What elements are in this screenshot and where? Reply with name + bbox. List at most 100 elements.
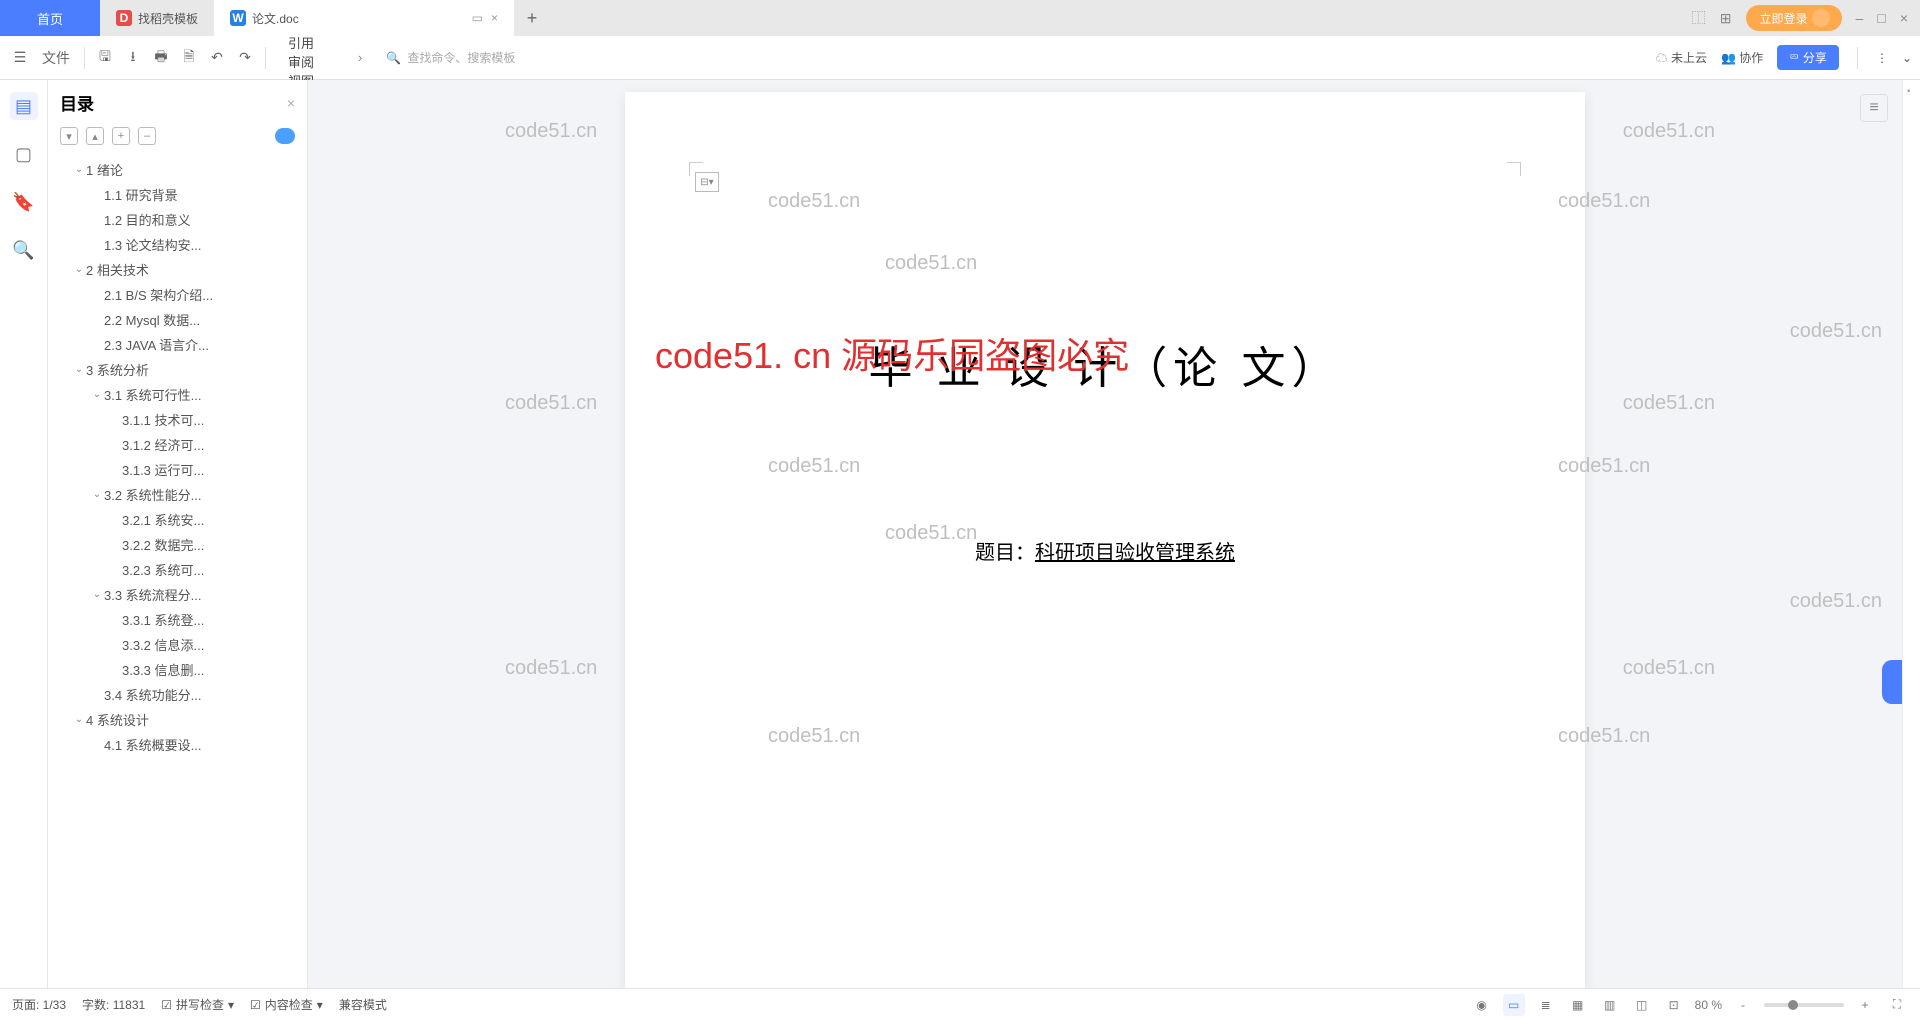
web-view-icon[interactable]: ▦ [1567,994,1589,1016]
view-extra-icon[interactable]: ◫ [1631,994,1653,1016]
hamburger-icon[interactable]: ☰ [8,46,32,70]
app-grid-icon[interactable]: ⊞ [1720,10,1732,27]
file-menu[interactable]: 文件 [36,46,76,70]
outline-item-label: 3 系统分析 [86,360,149,379]
tab-home[interactable]: 首页 [0,0,100,36]
window-minimize-icon[interactable]: – [1856,10,1864,26]
content-check[interactable]: ☑ 内容检查 ▾ [250,996,323,1013]
share-button[interactable]: ⮹ 分享 [1777,45,1839,70]
outline-item[interactable]: 3.1.2 经济可... [48,432,307,457]
word-count[interactable]: 字数: 11831 [82,996,145,1013]
chevron-down-icon[interactable]: ⌄ [72,364,86,375]
zoom-in-icon[interactable]: + [1854,994,1876,1016]
ribbon-menu-4[interactable]: 审阅 [274,52,354,71]
outline-add[interactable]: + [112,127,130,145]
eye-icon[interactable]: ◉ [1471,994,1493,1016]
outline-item[interactable]: 3.1.1 技术可... [48,407,307,432]
split-screen-icon[interactable]: ⿰ [1692,8,1706,28]
spell-check[interactable]: ☑ 拼写检查 ▾ [161,996,234,1013]
outline-item[interactable]: ⌄4 系统设计 [48,707,307,732]
header-marker-icon[interactable]: ⊟▾ [695,172,719,192]
outline-item[interactable]: 3.3.1 系统登... [48,607,307,632]
search-box[interactable]: 🔍 查找命令、搜索模板 [386,49,586,66]
chevron-down-icon[interactable]: ⌄ [72,264,86,275]
outline-sync-icon[interactable] [275,128,295,144]
zoom-fit-icon[interactable]: ⊡ [1663,994,1685,1016]
outline-item[interactable]: ⌄1 绪论 [48,157,307,182]
tab-window-icon[interactable]: ▭ [472,11,483,25]
outline-item[interactable]: 1.3 论文结构安... [48,232,307,257]
outline-item-label: 4 系统设计 [86,710,149,729]
outline-item[interactable]: ⌄3 系统分析 [48,357,307,382]
zoom-value[interactable]: 80 % [1695,998,1722,1012]
export-icon[interactable]: ⭳ [121,46,145,70]
outline-item[interactable]: 3.4 系统功能分... [48,682,307,707]
outline-item[interactable]: 1.1 研究背景 [48,182,307,207]
outline-item[interactable]: 3.3.2 信息添... [48,632,307,657]
tab-label: 找稻壳模板 [138,10,198,27]
outline-item[interactable]: 3.2.3 系统可... [48,557,307,582]
scroll-top-icon[interactable]: ▪ [1907,86,1911,97]
vertical-scrollbar[interactable]: ▪ [1902,80,1920,988]
ribbon-collapse-icon[interactable]: ⌄ [1902,51,1912,65]
watermark: code51.cn [505,657,597,680]
zoom-out-icon[interactable]: - [1732,994,1754,1016]
bookmark-rail-icon[interactable]: ▢ [10,140,38,168]
login-button[interactable]: 立即登录 [1746,5,1842,31]
fullscreen-icon[interactable]: ⛶ [1886,994,1908,1016]
outline-item[interactable]: 3.3.3 信息删... [48,657,307,682]
tab-close-icon[interactable]: × [491,11,498,25]
outline-icon[interactable]: ▤ [10,92,38,120]
outline-item[interactable]: ⌄3.3 系统流程分... [48,582,307,607]
window-maximize-icon[interactable]: □ [1877,10,1885,26]
watermark: code51.cn [1623,120,1715,143]
outline-remove[interactable]: – [138,127,156,145]
document-canvas[interactable]: ≡ ⊟▾ 毕 业 设 计（论 文） 题目：科研项目验收管理系统 code51.c… [308,80,1902,988]
page-indicator[interactable]: 页面: 1/33 [12,996,66,1013]
outline-view-icon[interactable]: ≣ [1535,994,1557,1016]
outline-item[interactable]: ⌄2 相关技术 [48,257,307,282]
outline-close-icon[interactable]: × [287,95,295,111]
outline-title: 目录 [60,90,279,115]
chevron-down-icon[interactable]: ⌄ [90,389,104,400]
outline-item[interactable]: 3.2.2 数据完... [48,532,307,557]
window-close-icon[interactable]: × [1900,10,1908,26]
outline-item[interactable]: 2.3 JAVA 语言介... [48,332,307,357]
ribbon-options-icon[interactable]: ⋮ [1876,51,1888,65]
save-icon[interactable]: 🖫 [93,46,117,70]
print-icon[interactable]: 🖶 [149,46,173,70]
page-options-icon[interactable]: ≡ [1860,94,1888,122]
chevron-down-icon[interactable]: ⌄ [72,164,86,175]
side-fab[interactable] [1882,660,1902,704]
outline-item[interactable]: ⌄3.1 系统可行性... [48,382,307,407]
outline-collapse-all[interactable]: ▴ [86,127,104,145]
outline-item[interactable]: 3.2.1 系统安... [48,507,307,532]
find-icon[interactable]: 🔍 [10,236,38,264]
bookmark-icon[interactable]: 🔖 [10,188,38,216]
chevron-down-icon[interactable]: ⌄ [72,714,86,725]
undo-icon[interactable]: ↶ [205,46,229,70]
outline-item[interactable]: ⌄3.2 系统性能分... [48,482,307,507]
outline-item[interactable]: 1.2 目的和意义 [48,207,307,232]
outline-item[interactable]: 4.1 系统概要设... [48,732,307,757]
ribbon-more-icon[interactable]: › [358,50,362,65]
print-preview-icon[interactable]: 🗎 [177,46,201,70]
page-view-icon[interactable]: ▭ [1503,994,1525,1016]
chevron-down-icon[interactable]: ⌄ [90,589,104,600]
redo-icon[interactable]: ↷ [233,46,257,70]
outline-item[interactable]: 2.2 Mysql 数据... [48,307,307,332]
zoom-slider[interactable] [1764,1003,1844,1007]
share-icon: ⮹ [1789,50,1799,65]
outline-expand-all[interactable]: ▾ [60,127,78,145]
outline-item[interactable]: 3.1.3 运行可... [48,457,307,482]
outline-item[interactable]: 2.1 B/S 架构介绍... [48,282,307,307]
collab-button[interactable]: 👥 协作 [1721,49,1763,66]
outline-item-label: 3.1.2 经济可... [122,435,204,454]
tab-document[interactable]: W 论文.doc ▭ × [214,0,514,36]
tab-template[interactable]: D 找稻壳模板 [100,0,214,36]
chevron-down-icon[interactable]: ⌄ [90,489,104,500]
cloud-status[interactable]: ☁ 未上云 [1656,49,1707,66]
tab-add[interactable]: + [514,0,550,36]
outline-item-label: 2.3 JAVA 语言介... [104,335,209,354]
reading-view-icon[interactable]: ▥ [1599,994,1621,1016]
